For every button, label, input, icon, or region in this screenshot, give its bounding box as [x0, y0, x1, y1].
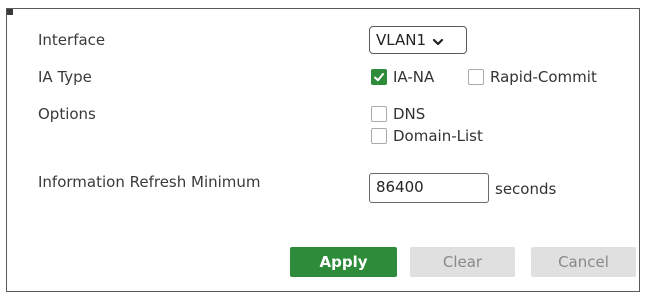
dns-label: DNS [393, 105, 426, 123]
domain-list-checkbox[interactable] [371, 128, 387, 144]
domain-list-label: Domain-List [393, 127, 483, 145]
rapid-commit-checkbox[interactable] [468, 69, 484, 85]
corner-marker [7, 9, 13, 15]
chevron-down-icon [432, 34, 444, 46]
interface-label: Interface [38, 31, 106, 49]
apply-button[interactable]: Apply [290, 247, 397, 277]
dns-option[interactable]: DNS [371, 105, 425, 123]
cancel-button[interactable]: Cancel [531, 247, 636, 277]
clear-button[interactable]: Clear [410, 247, 515, 277]
ia-type-label: IA Type [38, 68, 92, 86]
rapid-commit-label: Rapid-Commit [490, 68, 597, 86]
refresh-minimum-label: Information Refresh Minimum [38, 173, 261, 191]
refresh-minimum-input[interactable]: 86400 [369, 173, 489, 203]
interface-select-value: VLAN1 [376, 31, 426, 49]
refresh-unit-label: seconds [495, 180, 557, 198]
ia-na-option[interactable]: IA-NA [371, 68, 434, 86]
domain-list-option[interactable]: Domain-List [371, 127, 483, 145]
options-label: Options [38, 105, 96, 123]
ia-settings-panel: Interface VLAN1 IA Type IA-NA Rapid-Comm… [6, 8, 640, 292]
ia-na-checkbox[interactable] [371, 69, 387, 85]
dns-checkbox[interactable] [371, 106, 387, 122]
interface-select[interactable]: VLAN1 [369, 26, 467, 54]
rapid-commit-option[interactable]: Rapid-Commit [468, 68, 597, 86]
checkmark-icon [374, 73, 384, 82]
ia-na-label: IA-NA [393, 68, 435, 86]
